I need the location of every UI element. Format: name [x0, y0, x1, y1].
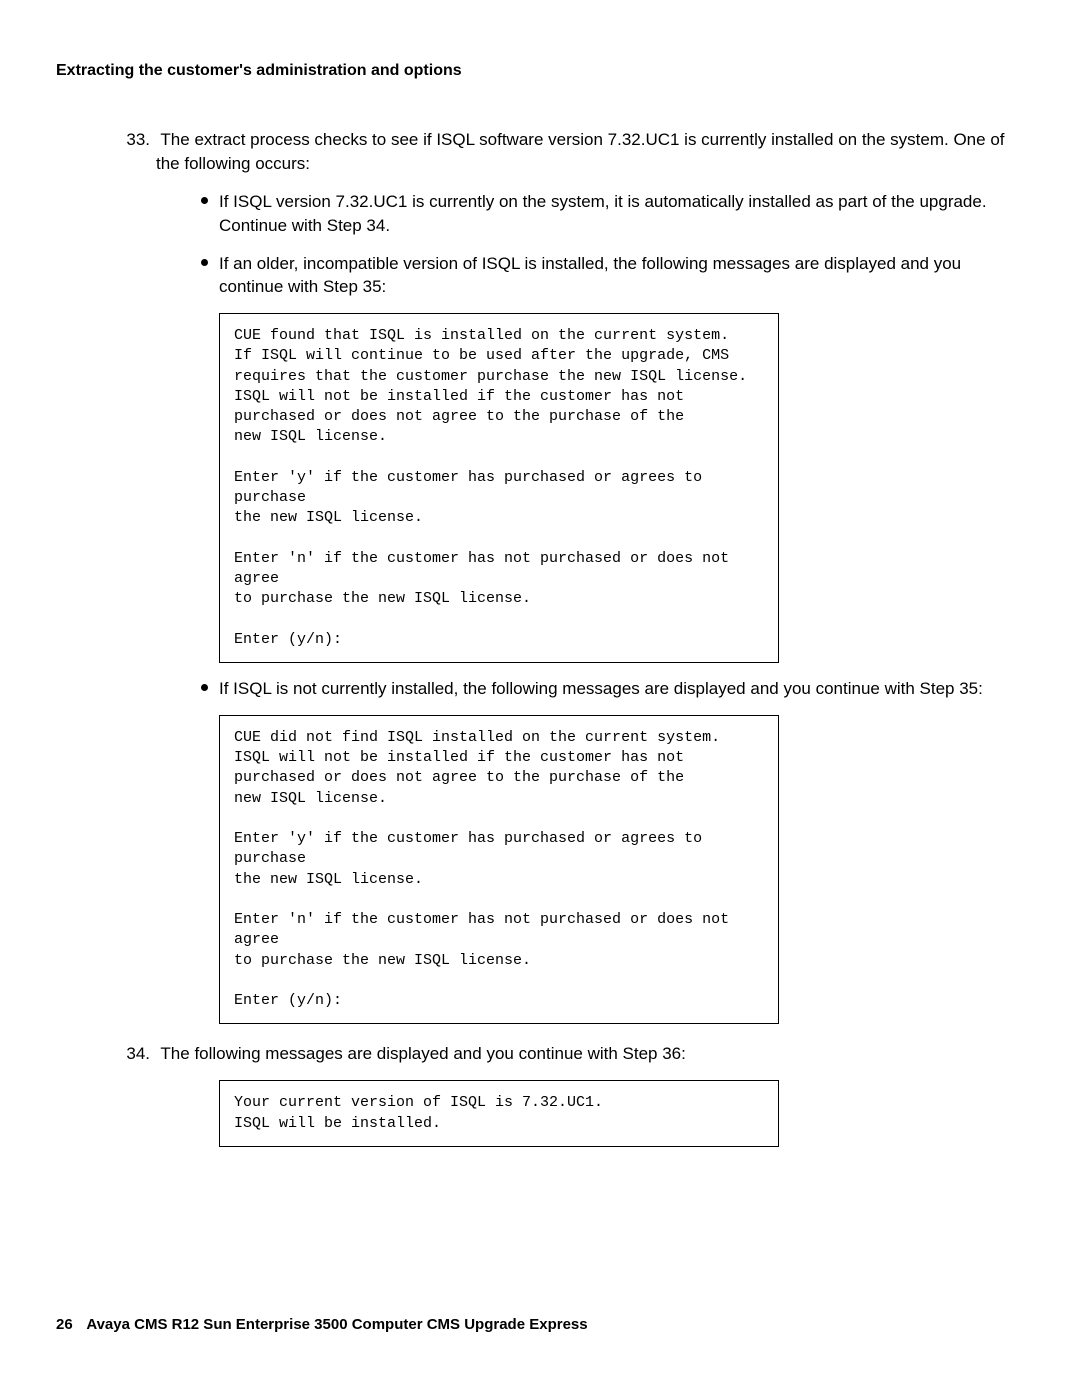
step-33-bullet-list: If ISQL version 7.32.UC1 is currently on… [189, 190, 1024, 1024]
step-34-code-block: Your current version of ISQL is 7.32.UC1… [219, 1080, 779, 1147]
step-33-intro: The extract process checks to see if ISQ… [156, 130, 1005, 173]
step-34: 34. The following messages are displayed… [156, 1042, 1024, 1146]
step-33-bullet-1: If ISQL version 7.32.UC1 is currently on… [219, 190, 1024, 238]
step-34-body: Your current version of ISQL is 7.32.UC1… [156, 1080, 1024, 1147]
step-33-bullet-3: If ISQL is not currently installed, the … [219, 677, 1024, 1024]
footer-title: Avaya CMS R12 Sun Enterprise 3500 Comput… [86, 1316, 587, 1333]
step-33: 33. The extract process checks to see if… [156, 128, 1024, 1024]
step-33-code-block-2: CUE did not find ISQL installed on the c… [219, 715, 779, 1025]
step-33-bullet-2-text: If an older, incompatible version of ISQ… [219, 254, 961, 297]
main-content: 33. The extract process checks to see if… [56, 128, 1024, 1146]
page-footer: 26 Avaya CMS R12 Sun Enterprise 3500 Com… [56, 1314, 588, 1335]
step-33-code-block-1: CUE found that ISQL is installed on the … [219, 313, 779, 663]
step-number-33: 33. [120, 128, 150, 152]
step-34-intro: The following messages are displayed and… [160, 1044, 685, 1063]
step-number-34: 34. [120, 1042, 150, 1066]
step-33-bullet-3-text: If ISQL is not currently installed, the … [219, 679, 983, 698]
step-33-body: If ISQL version 7.32.UC1 is currently on… [156, 190, 1024, 1024]
step-33-bullet-1-text: If ISQL version 7.32.UC1 is currently on… [219, 192, 987, 235]
page-number: 26 [56, 1316, 73, 1333]
step-33-bullet-2: If an older, incompatible version of ISQ… [219, 252, 1024, 664]
page-header: Extracting the customer's administration… [56, 60, 1024, 82]
